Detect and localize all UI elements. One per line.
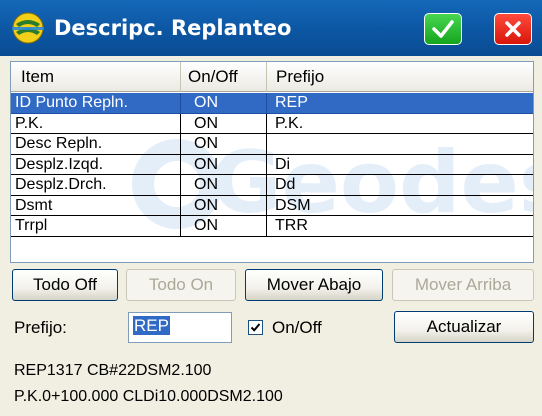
row-onoff: ON — [181, 216, 267, 237]
list-row[interactable]: Desplz.Izqd. ON Di — [11, 154, 533, 175]
close-x-icon — [505, 21, 521, 37]
row-item: P.K. — [11, 113, 181, 134]
ok-button[interactable] — [424, 13, 462, 45]
row-prefix: REP — [267, 93, 533, 114]
title-bar: Descripc. Replanteo — [0, 0, 542, 56]
list-row[interactable]: Dsmt ON DSM — [11, 195, 533, 216]
row-onoff: ON — [181, 134, 267, 155]
list-row[interactable]: Trrpl ON TRR — [11, 216, 533, 237]
todo-on-button[interactable]: Todo On — [126, 269, 236, 301]
row-item: Desplz.Drch. — [11, 175, 181, 196]
row-onoff: ON — [181, 195, 267, 216]
actualizar-button[interactable]: Actualizar — [394, 311, 534, 343]
column-header-onoff[interactable]: On/Off — [181, 62, 267, 92]
onoff-label: On/Off — [272, 318, 322, 337]
row-item: ID Punto Repln. — [11, 93, 181, 114]
description-items-list[interactable]: Geodes Item On/Off Prefijo ID Punto Repl… — [10, 61, 534, 263]
list-row[interactable]: P.K. ON P.K. — [11, 113, 533, 134]
row-onoff: ON — [181, 175, 267, 196]
onoff-checkbox[interactable] — [248, 320, 263, 335]
row-item: Desc Repln. — [11, 134, 181, 155]
preview-line-2: P.K.0+100.000 CLDi10.000DSM2.100 — [14, 388, 283, 405]
prefijo-label: Prefijo: — [14, 318, 67, 337]
list-row[interactable]: Desplz.Drch. ON Dd — [11, 175, 533, 196]
list-header: Item On/Off Prefijo — [11, 62, 533, 92]
row-item: Trrpl — [11, 216, 181, 237]
row-prefix — [267, 134, 533, 155]
list-row[interactable]: ID Punto Repln. ON REP — [11, 93, 533, 114]
column-header-item[interactable]: Item — [11, 62, 181, 92]
row-item: Dsmt — [11, 195, 181, 216]
mover-arriba-button[interactable]: Mover Arriba — [392, 269, 534, 301]
prefijo-input-value: REP — [133, 316, 170, 335]
mover-abajo-button[interactable]: Mover Abajo — [245, 269, 383, 301]
close-button[interactable] — [494, 13, 532, 45]
row-prefix: TRR — [267, 216, 533, 237]
list-rows: ID Punto Repln. ON REP P.K. ON P.K. Desc… — [11, 93, 533, 237]
checkmark-icon — [250, 323, 261, 332]
row-item: Desplz.Izqd. — [11, 154, 181, 175]
window-title: Descripc. Replanteo — [54, 16, 292, 40]
row-onoff: ON — [181, 113, 267, 134]
row-prefix: Dd — [267, 175, 533, 196]
todo-off-button[interactable]: Todo Off — [12, 269, 118, 301]
checkmark-icon — [432, 20, 454, 38]
row-prefix: DSM — [267, 196, 533, 216]
row-prefix: P.K. — [267, 114, 533, 134]
column-header-prefijo[interactable]: Prefijo — [267, 62, 533, 92]
app-logo-icon — [12, 12, 44, 44]
row-prefix: Di — [267, 155, 533, 175]
row-onoff: ON — [181, 93, 267, 114]
preview-line-1: REP1317 CB#22DSM2.100 — [14, 362, 212, 379]
row-onoff: ON — [181, 154, 267, 175]
list-row[interactable]: Desc Repln. ON — [11, 134, 533, 155]
prefijo-input[interactable]: REP — [128, 312, 232, 343]
